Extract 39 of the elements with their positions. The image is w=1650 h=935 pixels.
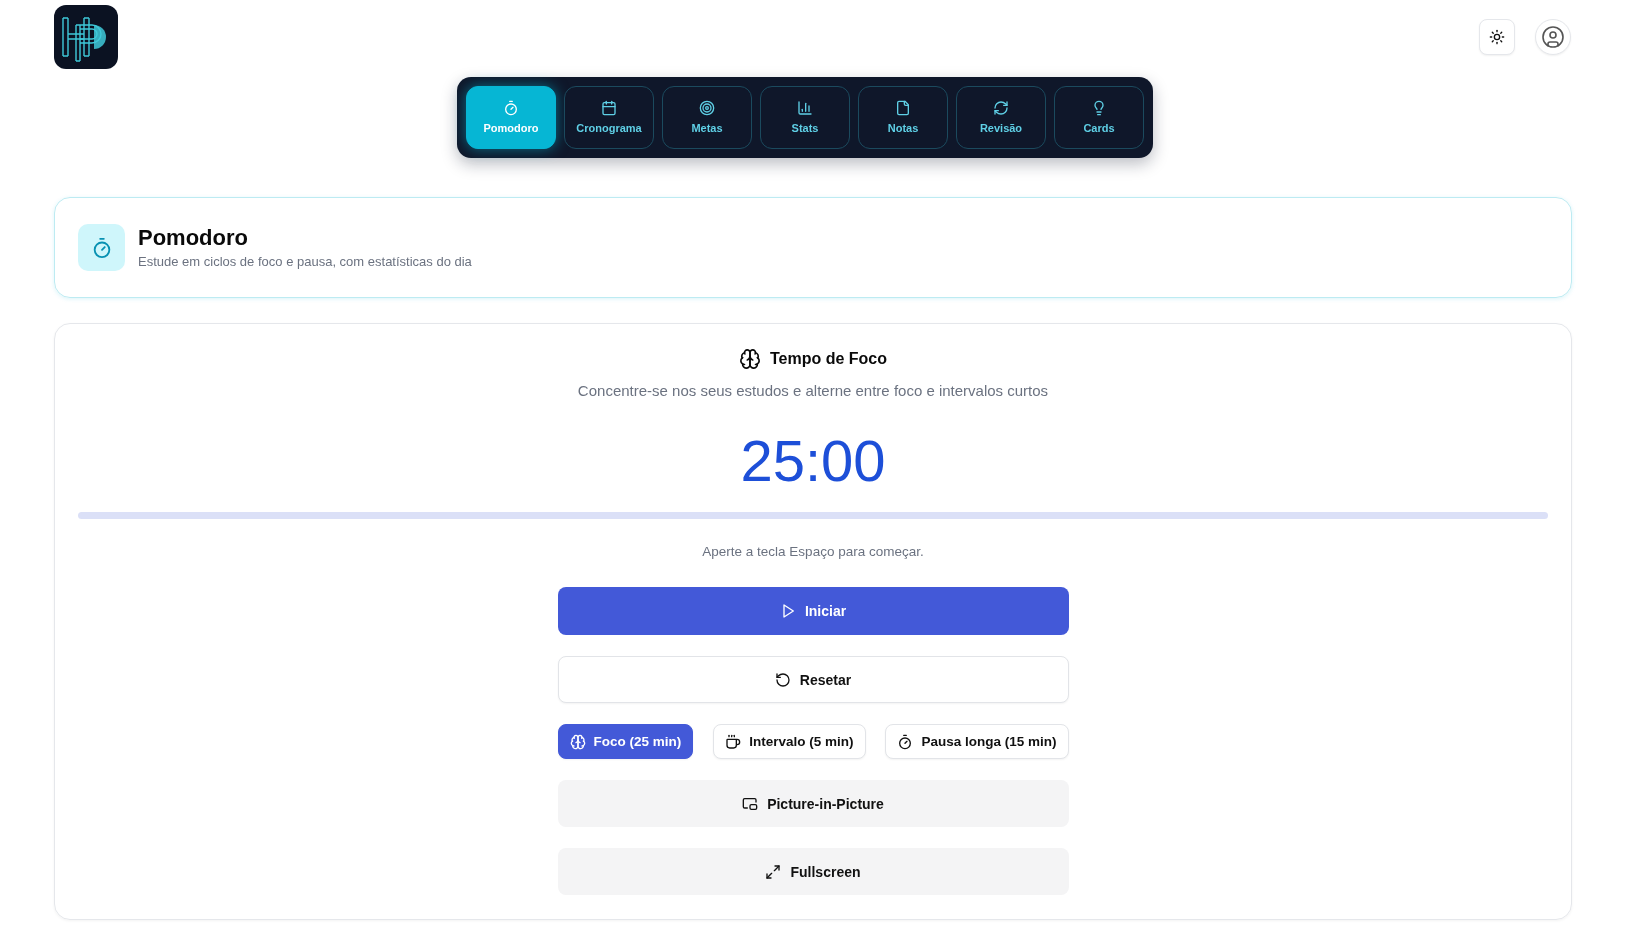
- nav-tab[interactable]: Cards: [1054, 86, 1144, 149]
- theme-toggle-button[interactable]: [1479, 19, 1515, 55]
- picture-in-picture-button[interactable]: Picture-in-Picture: [557, 780, 1069, 827]
- stopwatch-icon: [897, 733, 914, 750]
- stopwatch-icon: [78, 224, 125, 271]
- page-subtitle: Estude em ciclos de foco e pausa, com estatísticas do dia: [138, 253, 472, 270]
- expand-arrows-icon: [765, 863, 782, 880]
- stopwatch-icon: [503, 100, 519, 116]
- lightbulb-icon: [1091, 100, 1107, 116]
- start-button[interactable]: Iniciar: [557, 587, 1069, 635]
- document-icon: [895, 100, 911, 116]
- brain-icon: [569, 733, 586, 750]
- user-circle-icon: [1541, 25, 1565, 49]
- sun-icon: [1489, 29, 1505, 45]
- brain-icon: [738, 348, 761, 370]
- page-title: Pomodoro: [138, 225, 249, 251]
- nav-tab[interactable]: Notas: [858, 86, 948, 149]
- nav-tab[interactable]: Metas: [662, 86, 752, 149]
- timer-title: Tempo de Foco: [769, 349, 887, 369]
- reset-button[interactable]: Resetar: [557, 656, 1069, 703]
- bar-chart-icon: [797, 100, 813, 116]
- refresh-icon: [993, 100, 1009, 116]
- nav-tab[interactable]: Revisão: [956, 86, 1046, 149]
- hint-text: Aperte a tecla Espaço para começar.: [702, 543, 924, 561]
- mode-button[interactable]: Foco (25 min): [557, 724, 694, 759]
- calendar-icon: [601, 100, 617, 116]
- picture-in-picture-icon: [742, 795, 759, 812]
- reset-icon: [774, 671, 791, 688]
- coffee-cup-icon: [725, 733, 742, 750]
- nav-tab[interactable]: Cronograma: [564, 86, 654, 149]
- mode-button[interactable]: Intervalo (5 min): [713, 724, 866, 759]
- timer-display: 25:00: [740, 427, 886, 495]
- app-logo: [54, 5, 118, 69]
- nav-tab[interactable]: Stats: [760, 86, 850, 149]
- profile-button[interactable]: [1535, 19, 1571, 55]
- mode-button[interactable]: Pausa longa (15 min): [885, 724, 1069, 759]
- target-icon: [699, 100, 715, 116]
- timer-description: Concentre-se nos seus estudos e alterne entre foco e intervalos curtos: [577, 381, 1049, 401]
- fullscreen-button[interactable]: Fullscreen: [557, 848, 1069, 895]
